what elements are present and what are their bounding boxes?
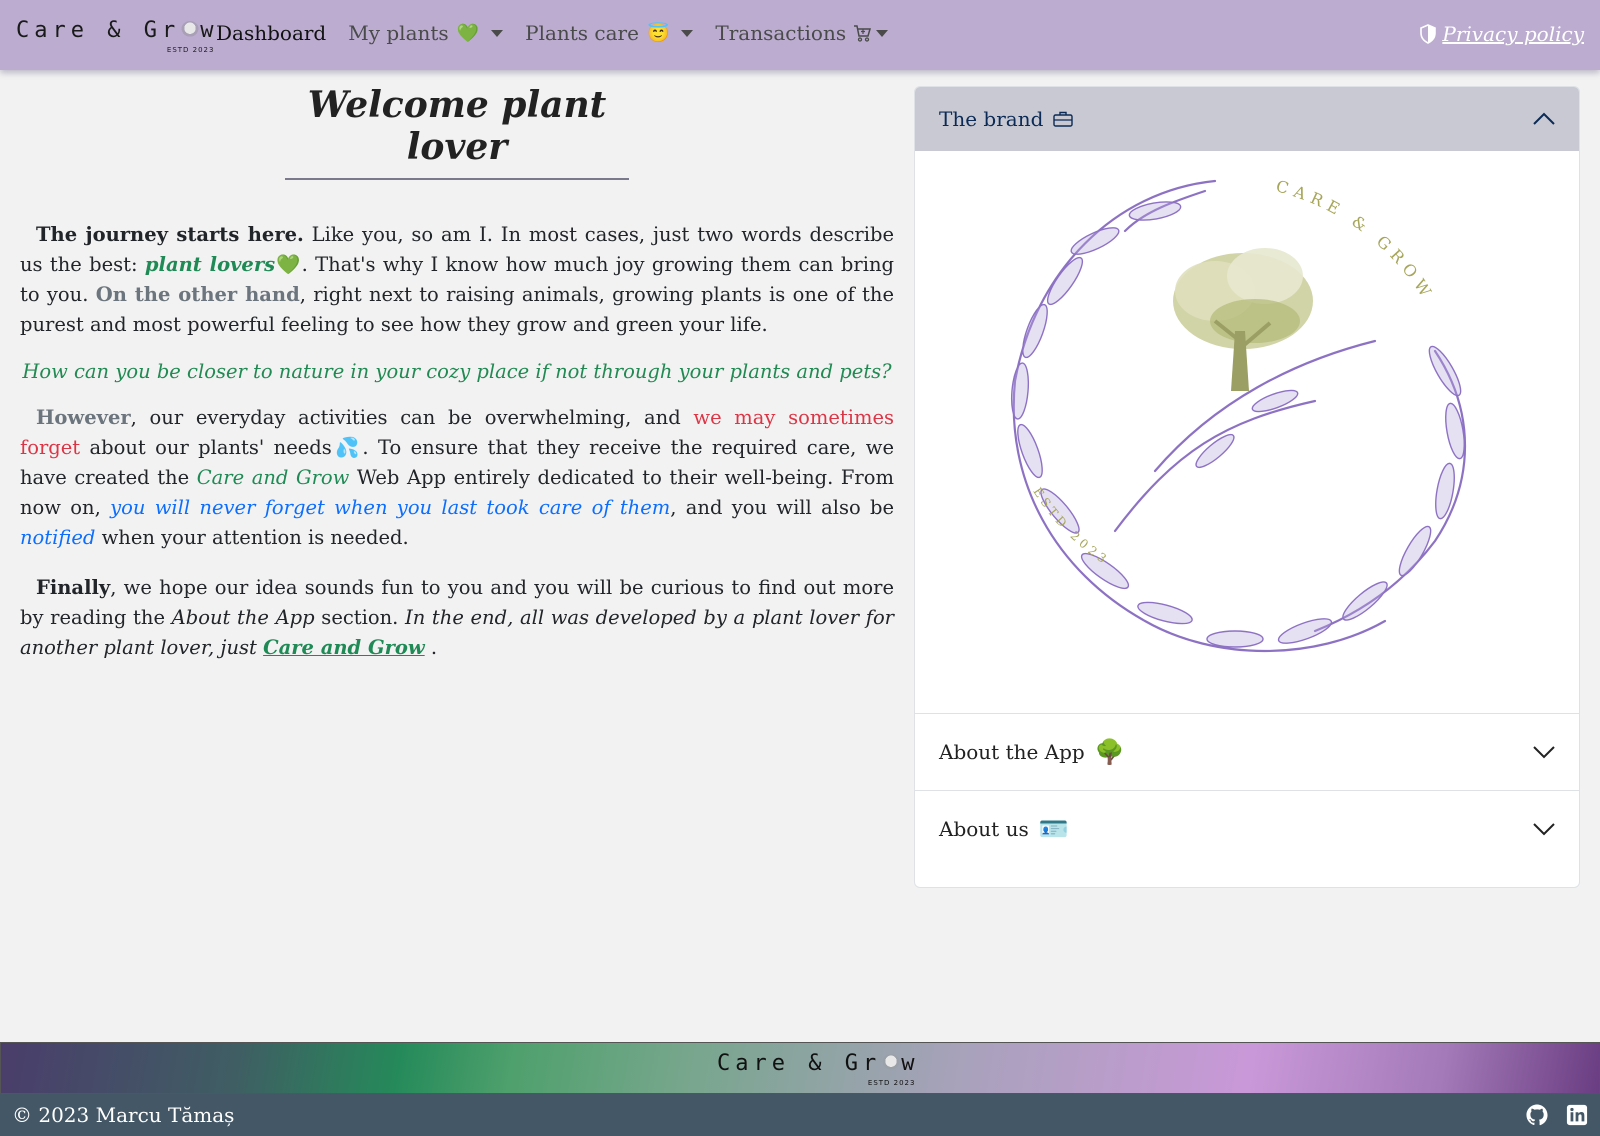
care-text-2: about our plants' needs <box>80 436 332 459</box>
briefcase-icon <box>1053 111 1074 127</box>
intro-lead: The journey starts here. <box>36 223 304 246</box>
caret-down-icon <box>491 29 504 37</box>
accordion-about-app-label: About the App <box>939 740 1085 764</box>
nav-links: Dashboard My plants 💚 Plants care 😇 Transa… <box>216 21 910 45</box>
green-heart-icon: 💚 <box>456 22 480 44</box>
finally-text-2: section. <box>314 606 406 629</box>
on-the-other-hand: On the other hand <box>95 283 300 306</box>
green-heart-icon: 💚 <box>275 253 302 276</box>
care-text-6: when your attention is needed. <box>95 526 409 549</box>
nav-dashboard[interactable]: Dashboard <box>216 21 326 45</box>
accordion-brand-header[interactable]: The brand <box>915 87 1579 151</box>
caret-down-icon <box>876 29 889 37</box>
id-card-icon: 🪪 <box>1038 815 1069 843</box>
welcome-section: Welcome plant lover The journey starts h… <box>20 84 894 663</box>
plant-lovers-highlight: plant lovers <box>144 253 276 276</box>
footer-banner: Care & Gr w ESTD 2023 <box>0 1042 1600 1094</box>
caret-down-icon <box>681 29 694 37</box>
brand-logo[interactable]: Care & Gr w ESTD 2023 <box>16 18 218 54</box>
care-text-5: , and you will also be <box>670 496 895 519</box>
linkedin-icon[interactable] <box>1566 1104 1588 1126</box>
info-accordion: The brand CARE & GROW ESTD 2023 About th… <box>914 86 1580 888</box>
nav-plants-care-dropdown[interactable]: Plants care 😇 <box>525 21 694 45</box>
accordion-about-us-header[interactable]: About us 🪪 <box>915 790 1579 867</box>
brand-o-icon <box>882 1054 901 1072</box>
privacy-policy-link[interactable]: Privacy policy <box>1420 22 1584 46</box>
brand-logo-panel: CARE & GROW ESTD 2023 <box>915 151 1579 713</box>
care-text-1: , our everyday activities can be overwhe… <box>130 406 694 429</box>
brand-estd: ESTD 2023 <box>166 46 215 54</box>
about-app-mention: About the App <box>171 606 315 629</box>
social-links <box>1526 1104 1588 1126</box>
brand-wreath-logo: CARE & GROW ESTD 2023 <box>1010 176 1466 652</box>
footer-bar: © 2023 Marcu Tămaș <box>0 1094 1600 1136</box>
finally-paragraph: Finally, we hope our idea sounds fun to … <box>20 573 894 663</box>
accordion-about-us-label: About us <box>939 817 1029 841</box>
notified-highlight: notified <box>20 526 96 549</box>
brand-text: Care & Gr <box>16 18 181 43</box>
nav-plants-care-label: Plants care <box>525 21 639 45</box>
angel-face-icon: 😇 <box>646 22 670 44</box>
shield-icon <box>1420 24 1437 44</box>
water-drops-icon: 💦 <box>331 436 363 459</box>
chevron-down-icon <box>1533 746 1555 759</box>
navbar: Care & Gr w ESTD 2023 Dashboard My plants… <box>0 0 1600 70</box>
footer-brand-text-end: w <box>901 1051 920 1076</box>
nav-my-plants-dropdown[interactable]: My plants 💚 <box>348 21 504 45</box>
nature-quote: How can you be closer to nature in your … <box>22 360 892 383</box>
finally-highlight: Finally <box>36 576 111 599</box>
never-forget-highlight: you will never forget when you last took… <box>110 496 671 519</box>
care-paragraph: However, our everyday activities can be … <box>20 403 894 553</box>
privacy-policy-label: Privacy policy <box>1442 22 1584 46</box>
finally-text-4: . <box>424 636 438 659</box>
app-name-highlight: Care and Grow <box>196 466 350 489</box>
brand-o-icon <box>181 21 200 39</box>
copyright: © 2023 Marcu Tămaș <box>12 1103 235 1127</box>
accordion-about-app-header[interactable]: About the App 🌳 <box>915 713 1579 790</box>
intro-paragraph: The journey starts here. Like you, so am… <box>20 220 894 340</box>
svg-text:ESTD 2023: ESTD 2023 <box>1030 485 1112 568</box>
footer-brand-logo: Care & Gr w ESTD 2023 <box>717 1051 920 1087</box>
nav-dashboard-label: Dashboard <box>216 21 327 45</box>
however-highlight: However <box>36 406 131 429</box>
nav-transactions-label: Transactions <box>715 21 847 45</box>
logo-estd-text: ESTD 2023 <box>1030 485 1108 568</box>
accordion-brand-label: The brand <box>939 107 1044 131</box>
footer-brand-text: Care & Gr <box>717 1051 882 1076</box>
chevron-up-icon <box>1533 112 1555 125</box>
care-and-grow-link[interactable]: Care and Grow <box>263 636 425 659</box>
footer-brand-estd: ESTD 2023 <box>867 1079 916 1087</box>
page-title: Welcome plant lover <box>285 84 629 180</box>
cart-icon <box>854 25 872 42</box>
tree-icon: 🌳 <box>1094 738 1125 766</box>
nav-my-plants-label: My plants <box>348 21 449 45</box>
nav-transactions-dropdown[interactable]: Transactions <box>715 21 889 45</box>
github-icon[interactable] <box>1526 1104 1548 1126</box>
chevron-down-icon <box>1533 823 1555 836</box>
